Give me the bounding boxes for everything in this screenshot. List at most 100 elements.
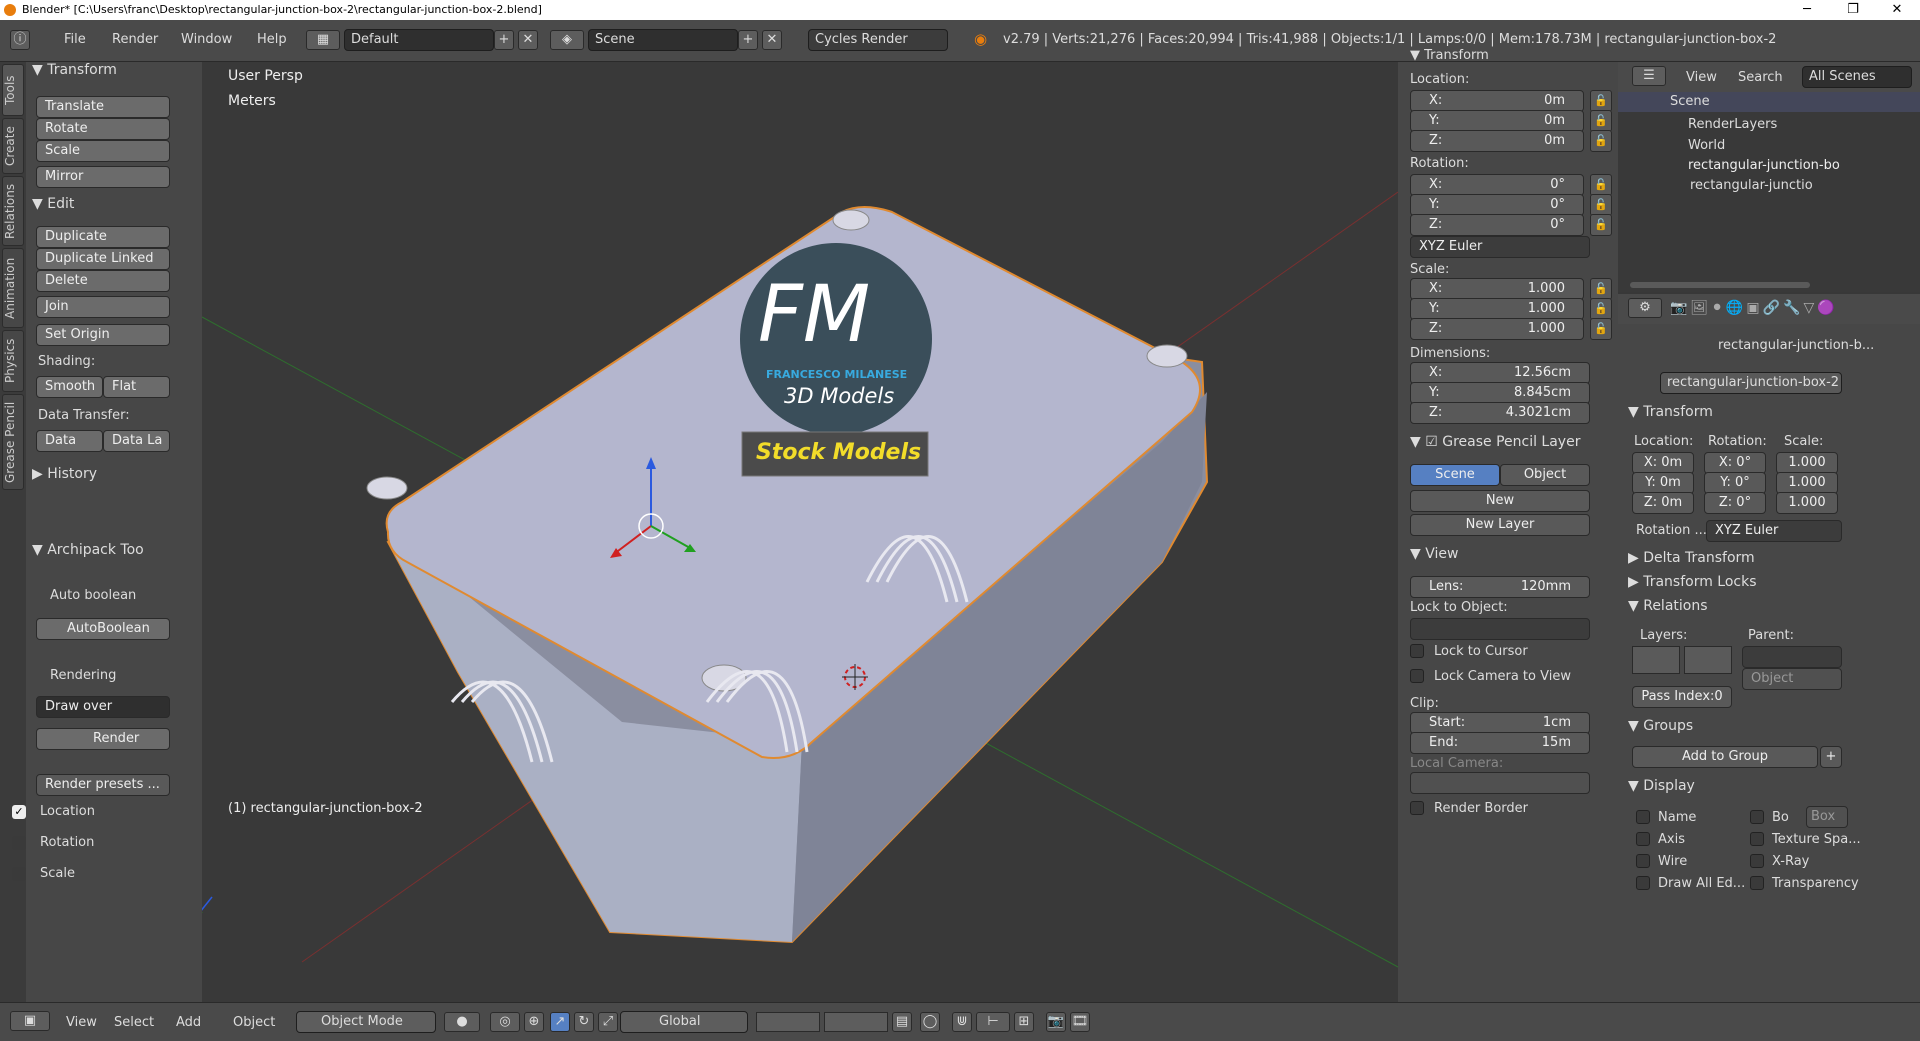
snap-toggle-icon[interactable]: ⋓ [952,1012,972,1032]
npanel-transform-header[interactable]: ▼ Transform [1410,48,1489,63]
display-header[interactable]: ▼ Display [1628,778,1695,794]
add-layout-icon[interactable]: + [494,30,514,50]
orientation-dropdown[interactable]: Global [620,1011,748,1033]
render-presets-button[interactable]: Render presets ... [36,774,170,796]
view-panel-header[interactable]: ▼ View [1410,546,1458,562]
props-loc-x[interactable]: X: 0m [1632,452,1694,474]
gp-scene-button[interactable]: Scene [1410,464,1500,486]
delta-transform-header[interactable]: ▶ Delta Transform [1628,550,1755,566]
join-button[interactable]: Join [36,296,170,318]
menu-window[interactable]: Window [181,32,232,47]
tab-physics[interactable]: Physics [2,330,24,392]
maximize-button[interactable]: ❐ [1830,0,1876,20]
layers-buttons-2[interactable] [824,1012,888,1032]
menu-select[interactable]: Select [114,1015,154,1030]
outliner-scrollbar[interactable] [1630,282,1810,288]
lock-icon[interactable]: 🔓 [1590,130,1612,152]
viewport-editor-icon[interactable]: ▣ [10,1011,50,1031]
menu-render[interactable]: Render [112,32,158,47]
new-layer-button[interactable]: New Layer [1410,514,1590,536]
screen-layout-field[interactable]: Default [344,29,494,51]
scale-x-field[interactable]: X: 1.000 [1410,278,1584,300]
props-rotation-mode-dropdown[interactable]: XYZ Euler [1706,520,1842,542]
props-loc-y[interactable]: Y: 0m [1632,472,1694,494]
location-checkbox[interactable]: ✓ [12,805,26,819]
lock-icon[interactable]: 🔓 [1590,194,1612,216]
outliner-row-mesh[interactable]: rectangular-junctio [1690,178,1813,193]
mirror-button[interactable]: Mirror [36,166,170,188]
close-window-button[interactable]: ✕ [1874,0,1920,20]
add-group-icon[interactable]: + [1820,746,1842,768]
opengl-animation-icon[interactable]: 🎞 [1070,1012,1090,1032]
rotate-manipulator-icon[interactable]: ↻ [574,1012,594,1032]
location-x-field[interactable]: X: 0m [1410,90,1584,112]
clip-end-field[interactable]: End: 15m [1410,732,1590,754]
screen-layout-icon[interactable]: ▦ [306,30,340,50]
gp-object-button[interactable]: Object [1500,464,1590,486]
props-scale-z[interactable]: 1.000 [1776,492,1838,514]
history-panel-header[interactable]: History [47,466,97,482]
parent-type-dropdown[interactable]: Object [1742,668,1842,690]
scene-icon[interactable]: ◈ [550,30,584,50]
props-scale-x[interactable]: 1.000 [1776,452,1838,474]
props-scale-y[interactable]: 1.000 [1776,472,1838,494]
edit-panel-header[interactable]: Edit [47,196,74,212]
duplicate-linked-button[interactable]: Duplicate Linked [36,248,170,270]
lock-layers-icon[interactable]: ▤ [892,1012,912,1032]
lens-field[interactable]: Lens: 120mm [1410,576,1590,598]
editor-type-icon[interactable]: ⓘ [10,30,30,50]
display-name-checkbox[interactable] [1636,810,1650,824]
groups-header[interactable]: ▼ Groups [1628,718,1693,734]
data-button[interactable]: Data [36,430,103,452]
lock-icon[interactable]: 🔓 [1590,214,1612,236]
local-camera-field[interactable] [1410,772,1590,794]
dimension-x-field[interactable]: X: 12.56cm [1410,362,1590,384]
location-z-field[interactable]: Z: 0m [1410,130,1584,152]
shading-mode-icon[interactable]: ● [444,1012,480,1032]
outliner-row-world[interactable]: World [1688,138,1725,153]
lock-cursor-checkbox[interactable] [1410,644,1424,658]
render-border-checkbox[interactable] [1410,801,1424,815]
smooth-button[interactable]: Smooth [36,376,103,398]
pivot-icon[interactable]: ◎ [490,1012,520,1032]
bounds-type-dropdown[interactable]: Box [1806,806,1848,828]
3d-viewport[interactable]: User Persp Meters FM FRANCESCO MILANESE … [202,62,1398,1002]
props-rot-z[interactable]: Z: 0° [1704,492,1766,514]
display-bounds-checkbox[interactable] [1750,810,1764,824]
display-draw-all-checkbox[interactable] [1636,876,1650,890]
proportional-edit-icon[interactable]: ◯ [920,1012,940,1032]
display-mode-dropdown[interactable]: All Scenes [1802,66,1912,88]
tab-animation[interactable]: Animation [2,248,24,328]
relations-header[interactable]: ▼ Relations [1628,598,1708,614]
outliner-row-object[interactable]: rectangular-junction-bo [1688,158,1840,173]
set-origin-dropdown[interactable]: Set Origin [36,324,170,346]
layers-buttons-1[interactable] [756,1012,820,1032]
lock-icon[interactable]: 🔓 [1590,318,1612,340]
tab-relations[interactable]: Relations [2,176,24,246]
scale-z-field[interactable]: Z: 1.000 [1410,318,1584,340]
lock-camera-checkbox[interactable] [1410,669,1424,683]
scale-checkbox[interactable] [12,867,26,881]
lock-icon[interactable]: 🔓 [1590,174,1612,196]
properties-context-tabs[interactable]: 📷🖼⚫🌐▣🔗🔧▽🟣 [1670,300,1838,316]
menu-view[interactable]: View [66,1015,97,1030]
display-xray-checkbox[interactable] [1750,854,1764,868]
gp-new-button[interactable]: New [1410,490,1590,512]
display-transparency-checkbox[interactable] [1750,876,1764,890]
rotation-y-field[interactable]: Y: 0° [1410,194,1584,216]
outliner-view-menu[interactable]: View [1686,70,1717,85]
render-button[interactable]: Render [36,728,170,750]
lock-icon[interactable]: 🔓 [1590,298,1612,320]
grease-pencil-layer-header[interactable]: ▼ ☑ Grease Pencil Layer [1410,434,1580,450]
props-loc-z[interactable]: Z: 0m [1632,492,1694,514]
autoboolean-button[interactable]: AutoBoolean [36,618,170,640]
opengl-render-icon[interactable]: 📷 [1046,1012,1066,1032]
lock-icon[interactable]: 🔓 [1590,110,1612,132]
props-transform-header[interactable]: ▼ Transform [1628,404,1713,420]
mode-dropdown[interactable]: Object Mode [296,1011,436,1033]
menu-object[interactable]: Object [233,1015,275,1030]
delete-button[interactable]: Delete [36,270,170,292]
rotation-mode-dropdown[interactable]: XYZ Euler [1410,236,1590,258]
rotate-button[interactable]: Rotate [36,118,170,140]
outliner-row-scene[interactable]: Scene [1618,92,1920,112]
